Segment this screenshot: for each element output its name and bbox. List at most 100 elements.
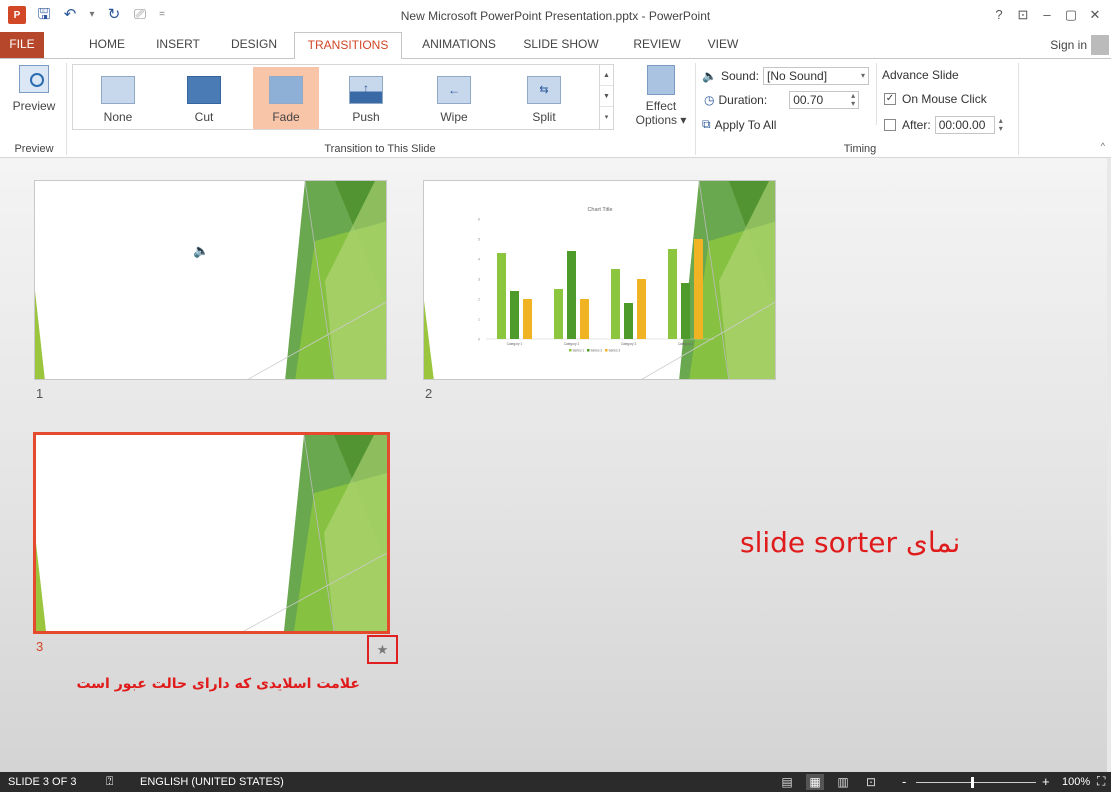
close-icon[interactable]: ✕ (1083, 4, 1107, 26)
sound-icon[interactable]: 🔈 (193, 243, 209, 259)
zoom-out-button[interactable]: - (902, 774, 906, 789)
gallery-scroll-up-icon[interactable]: ▲ (600, 65, 613, 86)
gallery-scroll-down-icon[interactable]: ▼ (600, 86, 613, 107)
fit-to-window-icon[interactable]: ⛶ (1097, 774, 1105, 789)
ribbon: Preview Preview None Cut Fade ↑ Push ← W… (0, 58, 1111, 158)
wipe-transition-icon: ← (437, 76, 471, 104)
vertical-scrollbar[interactable] (1107, 158, 1111, 772)
normal-view-icon[interactable]: ▤ (778, 774, 796, 790)
slide-thumbnail-3[interactable] (33, 432, 390, 634)
tab-animations[interactable]: ANIMATIONS (412, 32, 506, 58)
ribbon-display-options-icon[interactable]: ⊡ (1011, 4, 1035, 26)
tab-home[interactable]: HOME (84, 32, 130, 58)
window-controls: ? ⊡ – ▢ ✕ (987, 4, 1107, 26)
tab-transitions[interactable]: TRANSITIONS (294, 32, 402, 59)
cut-transition-icon (187, 76, 221, 104)
tab-view[interactable]: VIEW (700, 32, 746, 58)
fade-transition-icon (269, 76, 303, 104)
duration-spinner[interactable]: 00.70 ▴ ▾ (789, 91, 860, 109)
sign-in-link[interactable]: Sign in (1050, 38, 1087, 52)
reading-view-icon[interactable]: ▥ (834, 774, 852, 790)
after-row: After: 00:00.00 ▴ ▾ (884, 116, 1003, 134)
transition-gallery: None Cut Fade ↑ Push ← Wipe ⇆ Split ▲ ▼ … (72, 64, 614, 130)
tab-design[interactable]: DESIGN (226, 32, 282, 58)
slide-show-view-icon[interactable]: ⊡ (862, 774, 880, 790)
zoom-slider[interactable] (916, 782, 1036, 783)
tab-file[interactable]: FILE (0, 32, 44, 58)
after-checkbox[interactable] (884, 119, 896, 131)
help-icon[interactable]: ? (987, 4, 1011, 26)
transition-push[interactable]: ↑ Push (333, 67, 399, 129)
push-transition-icon: ↑ (349, 76, 383, 104)
slide-background-art (35, 181, 386, 379)
tab-insert[interactable]: INSERT (152, 32, 204, 58)
spinner-arrows-icon: ▴ ▾ (851, 91, 856, 108)
after-spinner[interactable]: 00:00.00 (934, 116, 995, 134)
transition-split[interactable]: ⇆ Split (511, 67, 577, 129)
checkbox-checked-icon: ✓ (884, 93, 896, 105)
language-indicator[interactable]: ENGLISH (UNITED STATES) (140, 776, 284, 788)
x-tick-label: Category 4 (678, 342, 694, 346)
legend-swatch (569, 349, 572, 352)
zoom-in-button[interactable]: + (1042, 774, 1050, 789)
gallery-scroll: ▲ ▼ ▾ (599, 65, 613, 129)
sound-dropdown[interactable]: [No Sound] ▾ (763, 67, 869, 85)
transition-fade[interactable]: Fade (253, 67, 319, 129)
y-tick-label: 6 (478, 218, 480, 222)
transition-none[interactable]: None (85, 67, 151, 129)
sound-row: 🔈 Sound: [No Sound] ▾ (702, 67, 869, 85)
slide-sorter-view-icon[interactable]: ▦ (806, 774, 824, 790)
preview-group-label: Preview (14, 143, 54, 155)
effect-options-label: Effect (645, 99, 677, 113)
apply-to-all-icon: ⧉ (702, 117, 711, 131)
x-tick-label: Category 3 (621, 342, 637, 346)
transition-wipe[interactable]: ← Wipe (421, 67, 487, 129)
chart-bar (637, 279, 646, 339)
zoom-level[interactable]: 100% (1062, 776, 1090, 788)
sound-label: Sound: (720, 69, 759, 83)
spinner-arrows-icon[interactable]: ▴ ▾ (999, 117, 1003, 133)
chart-bar (694, 239, 703, 339)
y-tick-label: 1 (478, 318, 480, 322)
preview-icon (19, 65, 49, 93)
transition-mark-icon[interactable]: ★ (367, 635, 398, 664)
collapse-ribbon-icon[interactable]: ^ (1101, 141, 1105, 151)
tab-slide-show[interactable]: SLIDE SHOW (516, 32, 606, 58)
effect-options-button[interactable]: Effect Options ▾ (634, 65, 688, 127)
spelling-check-icon[interactable]: ⍰ (106, 774, 113, 789)
y-tick-label: 4 (478, 258, 480, 262)
chart-bar (510, 291, 519, 339)
split-transition-icon: ⇆ (527, 76, 561, 104)
on-mouse-click-checkbox[interactable]: ✓ On Mouse Click (884, 92, 987, 106)
apply-to-all-label: Apply To All (714, 117, 777, 132)
gallery-more-icon[interactable]: ▾ (600, 107, 613, 128)
preview-button[interactable]: Preview (8, 65, 60, 113)
slide-thumbnail-1[interactable]: 🔈 (34, 180, 387, 380)
title-bar: P 🖫 ↶ ▾ ↻ ⎚ = New Microsoft PowerPoint P… (0, 0, 1111, 32)
y-tick-label: 3 (478, 278, 480, 282)
restore-icon[interactable]: ▢ (1059, 4, 1083, 26)
slide-number-1: 1 (36, 386, 44, 401)
slide-thumbnail-2[interactable]: Chart Title 0 1 2 3 4 5 6 Category 1 Category 2 Ca… (423, 180, 776, 380)
slide-number-2: 2 (425, 386, 433, 401)
ribbon-tabs: FILE HOME INSERT DESIGN TRANSITIONS ANIM… (0, 32, 1111, 59)
y-tick-label: 5 (478, 238, 480, 242)
minimize-icon[interactable]: – (1035, 4, 1059, 26)
apply-to-all-button[interactable]: ⧉ Apply To All (702, 117, 776, 132)
transition-label: Wipe (440, 110, 468, 124)
x-tick-label: Category 1 (507, 342, 523, 346)
y-tick-label: 2 (478, 298, 480, 302)
transition-group-label: Transition to This Slide (324, 143, 436, 155)
column-chart[interactable]: Chart Title 0 1 2 3 4 5 6 Category 1 Category 2 Ca… (424, 181, 776, 380)
zoom-slider-thumb[interactable] (971, 777, 974, 788)
chart-bar (611, 269, 620, 339)
duration-label: Duration: (718, 93, 768, 107)
chart-bar (580, 299, 589, 339)
after-label: After: (902, 118, 931, 132)
chart-bar (554, 289, 563, 339)
tab-review[interactable]: REVIEW (624, 32, 690, 58)
avatar[interactable] (1091, 35, 1109, 55)
transition-cut[interactable]: Cut (171, 67, 237, 129)
status-bar: SLIDE 3 OF 3 ⍰ ENGLISH (UNITED STATES) ▤… (0, 772, 1111, 792)
chart-bar (567, 251, 576, 339)
